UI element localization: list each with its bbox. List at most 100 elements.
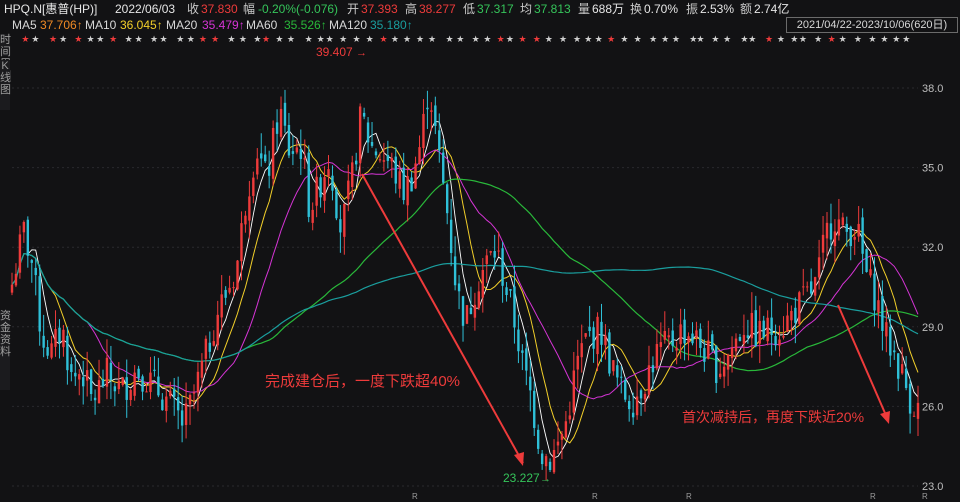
candle-body <box>548 461 552 471</box>
candle-body <box>655 344 659 369</box>
candle-body <box>857 223 860 237</box>
candle-body <box>256 158 259 175</box>
candle-body <box>173 388 176 397</box>
candle-body <box>809 281 813 294</box>
candle-body <box>125 377 128 400</box>
ma60-line <box>11 178 919 372</box>
event-star: ★ <box>607 34 615 44</box>
event-star: ★ <box>21 34 29 44</box>
candle-body <box>762 320 765 338</box>
candle-body <box>754 310 757 347</box>
candle-body <box>248 196 251 221</box>
candle-body <box>517 329 520 352</box>
kline-plot[interactable]: ★ ★ ★ ★ ★ ★ ★ ★ ★ ★ ★ ★ ★ ★ ★ ★ ★ ★ ★ ★ ★ ★ ★ ★ ★ ★ ★ ★ ★ ★ ★ ★ ★ ★ ★ ★ ★ ★ ★ ★… <box>0 0 960 502</box>
candle-body <box>38 276 41 332</box>
candle-body <box>323 177 326 201</box>
event-star: ★ <box>740 34 748 44</box>
event-star: ★ <box>880 34 888 44</box>
candle-body <box>877 300 880 313</box>
event-star: ★ <box>125 34 133 44</box>
candle-body <box>461 296 465 326</box>
candle-body <box>347 180 350 200</box>
candle-body <box>129 390 132 401</box>
candle-body <box>904 368 908 389</box>
event-star: ★ <box>176 34 184 44</box>
candle-body <box>406 176 409 206</box>
candle-body <box>208 342 212 352</box>
event-star: ★ <box>854 34 862 44</box>
decline-arrow-1 <box>361 173 524 464</box>
candle-body <box>291 151 295 154</box>
candle-body <box>66 335 69 371</box>
event-star: ★ <box>109 34 117 44</box>
candle-body <box>283 102 287 126</box>
candle-body <box>718 373 722 378</box>
candle-body <box>521 350 524 353</box>
event-star: ★ <box>595 34 603 44</box>
event-star: ★ <box>150 34 158 44</box>
candle-body <box>414 163 417 189</box>
high-marker-arrow: → <box>356 47 367 59</box>
event-star: ★ <box>620 34 628 44</box>
candle-body <box>497 250 500 252</box>
event-star: ★ <box>352 34 360 44</box>
event-star: ★ <box>545 34 553 44</box>
annotation-2: 首次减持后，再度下跌近20% <box>682 409 864 425</box>
candle-body <box>829 223 833 240</box>
event-star: ★ <box>672 34 680 44</box>
event-star: ★ <box>661 34 669 44</box>
candle-body <box>742 334 746 344</box>
candle-body <box>386 155 390 161</box>
candle-body <box>683 319 686 344</box>
candle-body <box>161 399 164 411</box>
candle-body <box>93 397 97 401</box>
candle-body <box>813 277 817 296</box>
kline-chart-panel[interactable]: HPQ.N[惠普(HP)] 2022/06/03 收 37.830 幅 -0.2… <box>0 0 960 502</box>
candle-body <box>821 234 825 253</box>
candle-body <box>849 226 852 247</box>
candle-body <box>493 251 496 258</box>
candle-body <box>675 347 678 351</box>
candle-body <box>10 284 14 293</box>
event-star: ★ <box>799 34 807 44</box>
candle-body <box>105 357 109 387</box>
event-star: ★ <box>902 34 910 44</box>
event-star: ★ <box>472 34 480 44</box>
candle-body <box>343 203 346 237</box>
candle-body <box>592 327 595 349</box>
event-star: ★ <box>403 34 411 44</box>
event-star: ★ <box>326 34 334 44</box>
candle-body <box>916 402 920 419</box>
event-star-markers: ★ ★ ★ ★ ★ ★ ★ ★ ★ ★ ★ ★ ★ ★ ★ ★ ★ ★ ★ ★ ★ ★ ★ ★ ★ ★ ★ ★ ★ ★ ★ ★ ★ ★ ★ ★ ★ ★ ★ ★… <box>21 34 910 44</box>
candle-body <box>70 364 73 373</box>
candle-body <box>117 380 121 390</box>
candle-body <box>612 360 615 372</box>
r-marker: R <box>922 492 928 501</box>
candle-body <box>176 397 180 411</box>
candle-body <box>865 249 868 273</box>
candle-body <box>584 333 587 337</box>
candle-body <box>355 160 358 165</box>
candle-body <box>501 248 504 286</box>
candle-body <box>453 256 457 286</box>
candle-body <box>560 434 564 440</box>
candle-body <box>667 335 670 338</box>
event-star: ★ <box>649 34 657 44</box>
y-tick-label: 35.0 <box>922 163 943 175</box>
event-star: ★ <box>533 34 541 44</box>
candle-body <box>212 341 215 346</box>
y-tick-label: 23.0 <box>922 481 943 493</box>
candle-body <box>196 371 200 393</box>
candle-body <box>267 166 271 176</box>
candle-body <box>837 219 841 236</box>
candle-body <box>335 189 338 219</box>
candle-body <box>89 369 93 395</box>
candle-body <box>121 377 124 385</box>
candle-body <box>299 149 303 159</box>
candle-body <box>192 392 196 394</box>
candle-body <box>536 429 540 449</box>
candle-body <box>802 286 805 288</box>
candle-body <box>78 374 81 380</box>
candle-body <box>14 273 18 286</box>
event-star: ★ <box>305 34 313 44</box>
